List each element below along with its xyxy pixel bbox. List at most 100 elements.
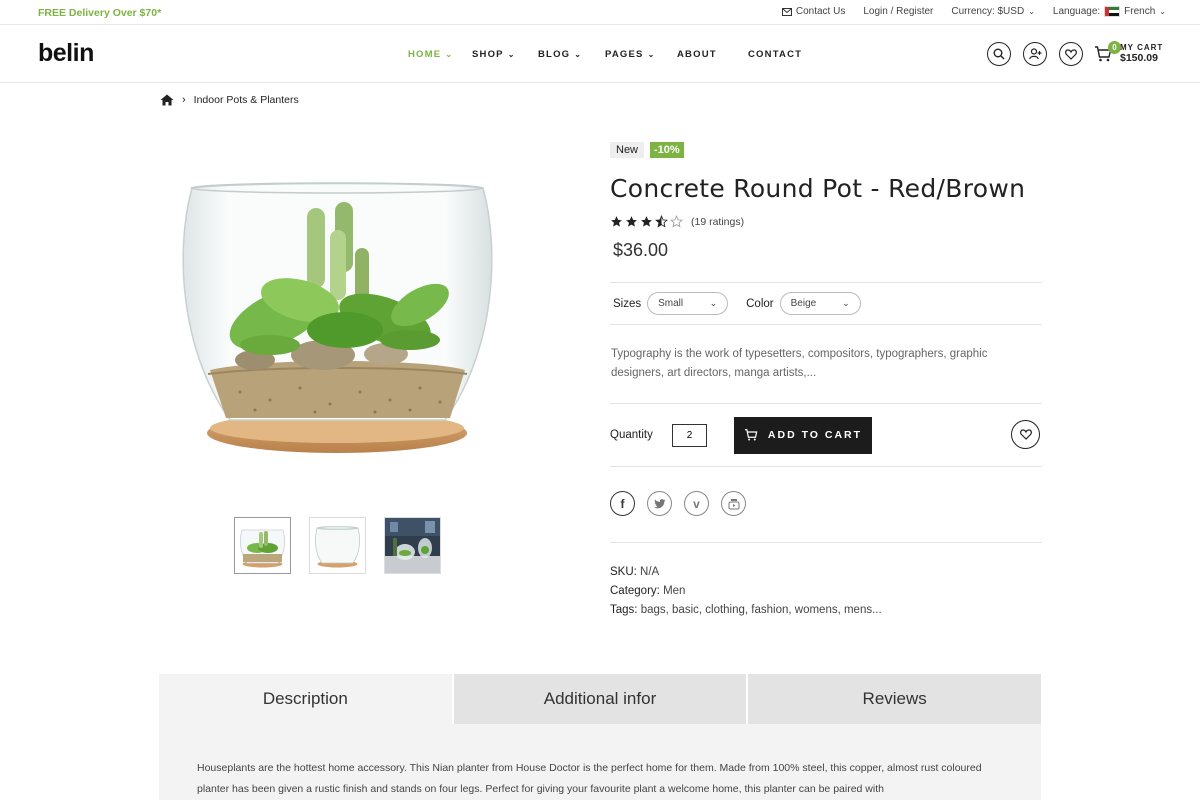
sku-value: N/A: [640, 566, 660, 578]
nav-contact-label: CONTACT: [748, 49, 803, 60]
login-register-link[interactable]: Login / Register: [863, 6, 933, 17]
tags-row: Tags: bags, basic, clothing, fashion, wo…: [610, 601, 1042, 620]
product-price: $36.00: [613, 240, 669, 260]
chevron-down-icon: ⌄: [842, 298, 850, 308]
size-select[interactable]: Small ⌄: [647, 292, 729, 315]
chevron-down-icon: ⌄: [1028, 7, 1035, 16]
ratings-count: (19 ratings): [691, 215, 745, 228]
product-main-image[interactable]: [160, 130, 515, 485]
thumbnail-empty-bowl-image: [315, 526, 360, 568]
vimeo-share-button[interactable]: v: [684, 491, 709, 516]
search-icon: [993, 48, 1005, 60]
promo-text: FREE Delivery Over $70*: [38, 7, 162, 19]
quantity-input[interactable]: [672, 423, 707, 447]
sku-label: SKU:: [610, 566, 637, 578]
language-selector[interactable]: Language: French ⌄: [1053, 6, 1166, 17]
cart-total: $150.09: [1120, 52, 1158, 64]
user-add-icon: [1028, 48, 1041, 60]
facebook-share-button[interactable]: f: [610, 491, 635, 516]
product-tabs: Description Additional infor Reviews Hou…: [159, 674, 1042, 800]
chevron-right-icon: ›: [182, 94, 186, 106]
quantity-label: Quantity: [610, 429, 653, 441]
category-link[interactable]: Men: [663, 585, 685, 597]
terrarium-image: [182, 182, 493, 453]
cart-button[interactable]: 0 MY CART $150.09: [1094, 41, 1163, 64]
language-value: French: [1124, 6, 1156, 17]
wishlist-button[interactable]: [1059, 42, 1083, 66]
product-rating[interactable]: (19 ratings): [610, 215, 1042, 228]
chevron-down-icon: ⌄: [647, 50, 656, 59]
twitter-share-button[interactable]: [647, 491, 672, 516]
thumbnail-1[interactable]: [234, 517, 291, 574]
product-short-description: Typography is the work of typesetters, c…: [611, 348, 988, 379]
main-nav: HOME ⌄ SHOP ⌄ BLOG ⌄ PAGES ⌄ ABOUT CONTA…: [408, 49, 802, 60]
nav-home-label: HOME: [408, 49, 442, 60]
account-button[interactable]: [1023, 42, 1047, 66]
currency-selector[interactable]: Currency: $USD ⌄: [951, 6, 1035, 17]
nav-about-label: ABOUT: [677, 49, 717, 60]
chevron-down-icon: ⌄: [709, 298, 718, 308]
product-meta: SKU: N/A Category: Men Tags: bags, basic…: [610, 543, 1042, 620]
heart-icon: [1065, 48, 1077, 60]
category-row: Category: Men: [610, 582, 1042, 601]
nav-about[interactable]: ABOUT: [677, 49, 748, 60]
nav-contact[interactable]: CONTACT: [748, 49, 802, 60]
add-to-wishlist-button[interactable]: [1011, 420, 1040, 449]
star-empty-icon: [670, 215, 683, 228]
nav-home[interactable]: HOME ⌄: [408, 49, 472, 60]
product-options: Sizes Small ⌄ Color Beige ⌄: [610, 283, 1042, 324]
size-select-value: Small: [658, 298, 684, 309]
cart-icon: [744, 429, 758, 441]
home-icon[interactable]: [160, 94, 174, 106]
header-icons: [987, 42, 1083, 66]
add-to-cart-button[interactable]: ADD TO CART: [734, 416, 872, 454]
tab-description-body: Houseplants are the hottest home accesso…: [197, 762, 982, 795]
color-option: Color Beige ⌄: [746, 292, 861, 315]
product-badges: New -10%: [610, 142, 1042, 158]
flag-icon: [1104, 6, 1121, 17]
star-full-icon: [641, 216, 652, 227]
nav-shop[interactable]: SHOP ⌄: [472, 49, 538, 60]
thumbnail-3[interactable]: [384, 517, 441, 574]
quantity-row: Quantity ADD TO CART: [610, 404, 1042, 466]
chevron-down-icon: ⌄: [574, 50, 583, 59]
tab-reviews[interactable]: Reviews: [746, 674, 1042, 724]
tab-description[interactable]: Description: [159, 674, 452, 724]
top-bar: FREE Delivery Over $70* Contact Us Login…: [0, 0, 1200, 25]
thumbnail-2[interactable]: [309, 517, 366, 574]
category-label: Category:: [610, 585, 660, 597]
tab-additional-info[interactable]: Additional infor: [451, 674, 747, 724]
youtube-icon: [728, 498, 739, 509]
color-select[interactable]: Beige ⌄: [779, 292, 861, 315]
star-rating: [610, 215, 683, 228]
star-half-icon: [655, 215, 668, 228]
chevron-down-icon: ⌄: [1159, 7, 1166, 16]
tags-label: Tags:: [610, 604, 638, 616]
chevron-down-icon: ⌄: [507, 50, 516, 59]
star-full-icon: [626, 216, 637, 227]
nav-pages-label: PAGES: [605, 49, 644, 60]
youtube-share-button[interactable]: [721, 491, 746, 516]
cart-summary: MY CART $150.09: [1120, 43, 1163, 64]
product-info: New -10% Concrete Round Pot - Red/Brown …: [610, 142, 1042, 620]
nav-pages[interactable]: PAGES ⌄: [605, 49, 677, 60]
tags-links[interactable]: bags, basic, clothing, fashion, womens, …: [641, 604, 882, 616]
add-to-cart-label: ADD TO CART: [767, 429, 863, 441]
star-full-icon: [611, 216, 622, 227]
mail-icon: [781, 7, 792, 16]
logo[interactable]: belin: [38, 39, 94, 68]
color-select-value: Beige: [790, 298, 817, 309]
thumbnail-terrarium-image: [240, 529, 285, 568]
contact-link[interactable]: Contact Us: [781, 6, 846, 17]
facebook-icon: f: [620, 496, 625, 511]
header: belin HOME ⌄ SHOP ⌄ BLOG ⌄ PAGES ⌄ ABOUT…: [0, 25, 1200, 83]
vimeo-icon: v: [693, 496, 700, 511]
chevron-down-icon: ⌄: [445, 50, 454, 59]
search-button[interactable]: [987, 42, 1011, 66]
nav-shop-label: SHOP: [472, 49, 504, 60]
discount-badge: -10%: [650, 142, 684, 158]
breadcrumb-current: Indoor Pots & Planters: [193, 94, 299, 106]
breadcrumb: › Indoor Pots & Planters: [160, 94, 299, 106]
nav-blog[interactable]: BLOG ⌄: [538, 49, 605, 60]
contact-label: Contact Us: [795, 6, 846, 17]
